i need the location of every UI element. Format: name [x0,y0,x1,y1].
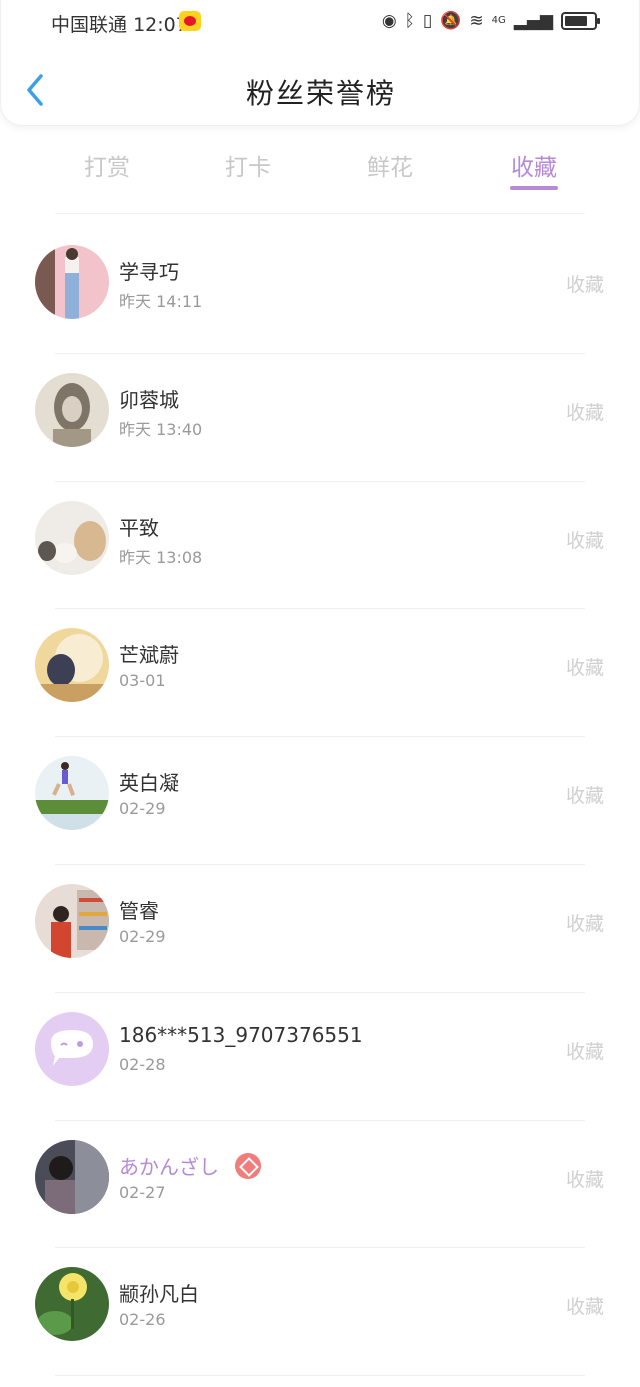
tabs-divider [55,213,585,214]
battery-icon [561,12,600,30]
carrier-name: 中国联通 [51,14,128,36]
favorite-action-label: 收藏 [565,912,604,935]
fan-name: 颛孙凡白 [119,1282,199,1307]
diamond-badge-icon [235,1152,262,1179]
tab-flowers[interactable]: 鲜花 [350,148,430,182]
fan-time: 02-26 [119,1310,166,1330]
fan-name-text: あかんざし [119,1154,219,1179]
tab-reward[interactable]: 打赏 [67,148,147,182]
fan-name: 186***513_9707376551 [119,1022,363,1047]
page-title: 粉丝荣誉榜 [245,77,396,110]
fan-time: 02-28 [119,1054,166,1074]
list-item[interactable]: あかんざし 02-27 收藏 [0,1121,640,1249]
fan-time: 昨天 13:08 [119,547,203,567]
favorite-action-label: 收藏 [565,657,604,680]
fan-name: 平致 [119,515,159,540]
weibo-icon [179,11,201,31]
status-icons: ◉ ᛒ ▯ 🔕 ≋ 4G ▂▄▆ [381,10,600,32]
status-bar: 中国联通 12:07 ◉ ᛒ ▯ 🔕 ≋ 4G ▂▄▆ [1,0,640,44]
favorite-action-label: 收藏 [565,1296,604,1319]
mute-bell-icon: 🔕 [440,11,462,31]
top-header-card: 中国联通 12:07 ◉ ᛒ ▯ 🔕 ≋ 4G ▂▄▆ 粉丝荣誉榜 [0,0,640,126]
eye-icon: ◉ [381,11,397,31]
bluetooth-icon: ᛒ [404,11,415,31]
list-item[interactable]: 卯蓉城 昨天 13:40 收藏 [0,354,640,482]
favorite-action-label: 收藏 [565,1040,604,1063]
avatar[interactable] [35,372,109,447]
signal-icon: ▂▄▆ [513,11,553,31]
fan-time: 昨天 13:40 [119,419,203,439]
avatar[interactable] [35,1139,109,1214]
favorite-action-label: 收藏 [565,529,604,552]
avatar[interactable] [35,756,109,831]
active-tab-indicator [510,186,558,190]
tab-bar: 打赏 打卡 鲜花 收藏 [0,140,640,200]
favorite-action-label: 收藏 [565,401,604,424]
avatar[interactable] [35,628,109,703]
avatar[interactable] [35,1267,109,1342]
list-item[interactable]: 英白凝 02-29 收藏 [0,737,640,865]
list-item[interactable]: 管睿 02-29 收藏 [0,865,640,993]
avatar[interactable] [35,500,109,575]
avatar[interactable] [35,883,109,958]
fan-time: 02-29 [119,926,166,946]
carrier-time: 中国联通 12:07 [51,10,188,37]
tab-checkin[interactable]: 打卡 [208,148,288,182]
fan-time: 昨天 14:11 [119,292,203,311]
favorite-action-label: 收藏 [565,1168,604,1191]
network-type-label: 4G [491,15,506,26]
fan-name: あかんざし [119,1151,262,1180]
list-item[interactable]: 平致 昨天 13:08 收藏 [0,482,640,610]
tab-favorites[interactable]: 收藏 [494,148,574,182]
favorite-action-label: 收藏 [565,274,604,296]
list-item[interactable]: 芒斌蔚 03-01 收藏 [0,609,640,737]
fan-name: 管睿 [119,898,159,923]
list-item[interactable]: 186***513_9707376551 02-28 收藏 [0,993,640,1121]
fan-name: 芒斌蔚 [119,643,179,668]
fan-name: 卯蓉城 [119,387,179,412]
fan-time: 02-27 [119,1182,166,1202]
fan-name: 学寻巧 [119,260,179,284]
vibrate-icon: ▯ [422,11,433,31]
fan-list: 学寻巧 昨天 14:11 收藏 卯蓉城 昨天 13:40 收藏 平致 昨天 13… [0,226,640,1376]
list-item[interactable]: 颛孙凡白 02-26 收藏 [0,1248,640,1376]
fan-name: 英白凝 [119,771,179,796]
favorite-action-label: 收藏 [565,785,604,808]
fan-time: 03-01 [119,671,166,691]
wifi-icon: ≋ [469,11,484,31]
fan-time: 02-29 [119,799,166,819]
list-item[interactable]: 学寻巧 昨天 14:11 收藏 [0,226,640,354]
default-avatar[interactable] [35,1011,109,1086]
avatar[interactable] [35,245,109,319]
